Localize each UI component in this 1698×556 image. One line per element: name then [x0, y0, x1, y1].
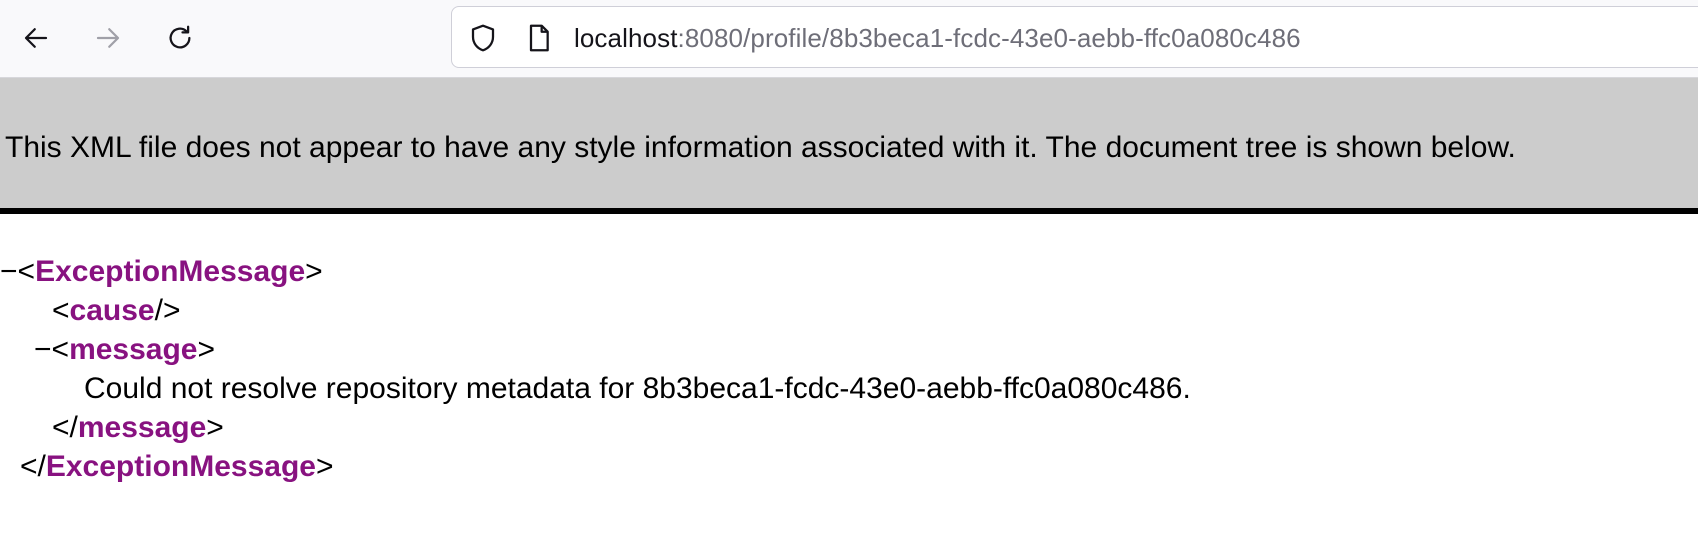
reload-button[interactable]: [158, 16, 202, 60]
xml-info-text: This XML file does not appear to have an…: [5, 131, 1516, 164]
url-bar[interactable]: localhost:8080/profile/8b3beca1-fcdc-43e…: [451, 6, 1698, 68]
xml-info-banner: This XML file does not appear to have an…: [0, 78, 1698, 214]
xml-message-text: Could not resolve repository metadata fo…: [84, 372, 1191, 405]
xml-message-close: </message>: [52, 411, 224, 444]
page-icon[interactable]: [522, 21, 556, 55]
xml-message-open: −<message>: [34, 333, 216, 366]
collapse-toggle[interactable]: −: [34, 333, 52, 366]
url-path: :8080/profile/8b3beca1-fcdc-43e0-aebb-ff…: [677, 23, 1301, 53]
url-text[interactable]: localhost:8080/profile/8b3beca1-fcdc-43e…: [574, 7, 1301, 69]
tag-name: message: [69, 333, 198, 366]
reload-icon: [169, 25, 191, 49]
xml-root-close: </ExceptionMessage>: [20, 450, 334, 483]
forward-button[interactable]: [86, 16, 130, 60]
tag-name: ExceptionMessage: [45, 450, 316, 483]
tag-name: message: [77, 411, 207, 444]
arrow-left-icon: [24, 28, 48, 48]
url-host: localhost: [574, 23, 678, 53]
xml-document-tree: −<ExceptionMessage> <cause/> −<message> …: [0, 252, 1191, 486]
browser-toolbar: localhost:8080/profile/8b3beca1-fcdc-43e…: [0, 0, 1698, 78]
tag-name: cause: [69, 294, 155, 327]
xml-root-open: −<ExceptionMessage>: [0, 255, 323, 288]
arrow-right-icon: [96, 28, 120, 48]
shield-icon[interactable]: [466, 21, 500, 55]
back-button[interactable]: [14, 16, 58, 60]
tag-name: ExceptionMessage: [35, 255, 306, 288]
collapse-toggle[interactable]: −: [0, 255, 18, 288]
xml-cause-element: <cause/>: [52, 294, 181, 327]
